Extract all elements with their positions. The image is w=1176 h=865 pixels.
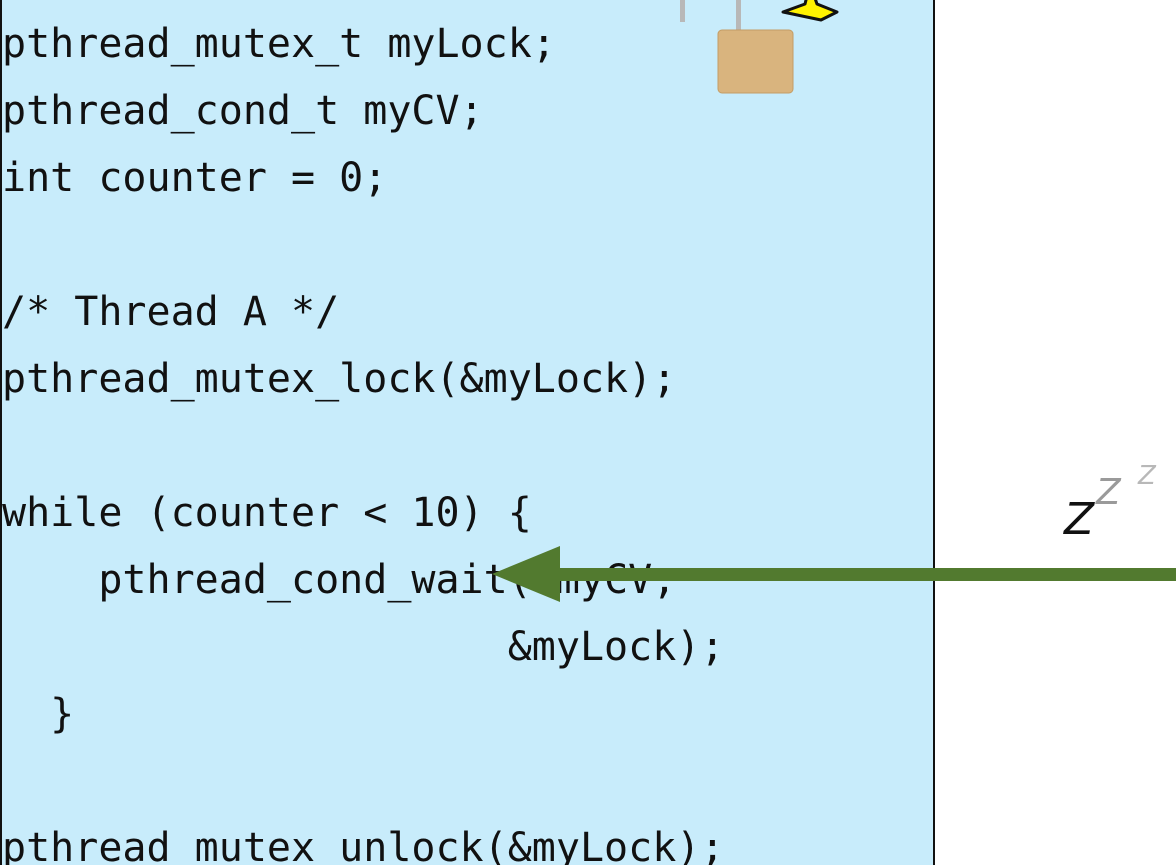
code-line-3: int counter = 0; — [2, 155, 388, 201]
diagram-canvas: pthread_mutex_t myLock; pthread_cond_t m… — [0, 0, 1176, 865]
code-line-9: pthread_cond_wait(&myCV, — [2, 557, 677, 603]
padlock-body — [717, 29, 794, 94]
sleep-z-medium: Z — [1095, 472, 1122, 513]
code-line-1: pthread_mutex_t myLock; — [2, 21, 556, 67]
star-icon — [781, 0, 839, 22]
code-line-6: pthread_mutex_lock(&myLock); — [2, 356, 677, 402]
padlock-shackle-left — [680, 0, 685, 22]
padlock-shackle-right — [736, 0, 741, 32]
code-line-11: } — [2, 691, 75, 737]
code-line-13: pthread_mutex_unlock(&myLock); — [2, 825, 725, 865]
code-line-2: pthread_cond_t myCV; — [2, 88, 484, 134]
code-panel: pthread_mutex_t myLock; pthread_cond_t m… — [0, 0, 935, 865]
code-line-5: /* Thread A */ — [2, 289, 340, 335]
sleep-z-large: Z — [1063, 494, 1095, 542]
code-line-10: &myLock); — [2, 624, 725, 670]
sleep-z-small: Z — [1137, 462, 1157, 491]
zzz-icon: Z Z Z — [1063, 462, 1157, 542]
code-line-8: while (counter < 10) { — [2, 490, 532, 536]
